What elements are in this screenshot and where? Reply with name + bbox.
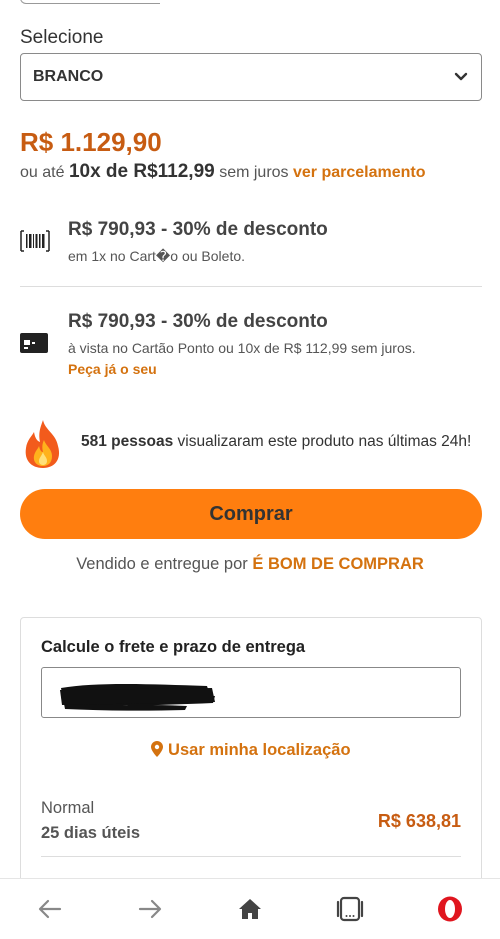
credit-card-icon [20,333,48,358]
installments-suffix: sem juros [219,164,289,181]
installments-link[interactable]: ver parcelamento [293,164,426,181]
views-count: 581 pessoas [81,433,174,450]
installments-info: ou até 10x de R$112,99 sem juros ver par… [20,161,426,183]
offer-cta-link[interactable]: Peça já o seu [68,361,157,377]
offer-title: R$ 790,93 - 30% de desconto [68,311,328,332]
cep-input[interactable] [41,667,461,718]
freight-calculator: Calcule o frete e prazo de entrega Usar … [20,617,482,907]
shipping-option-price: R$ 638,81 [377,811,461,831]
redacted-text [60,684,215,711]
views-text: visualizaram este produto nas últimas 24… [177,433,472,450]
back-arrow-icon[interactable] [32,893,68,925]
installments-prefix: ou até [20,164,65,181]
variant-selected-value: BRANCO [33,68,104,85]
use-location-link[interactable]: Usar minha localização [21,741,481,760]
freight-title: Calcule o frete e prazo de entrega [41,638,306,656]
buy-button[interactable]: Comprar [20,489,482,539]
browser-navbar [0,878,500,939]
previous-section-edge [20,0,160,4]
offer-subtitle: em 1x no Cart�o ou Boleto. [68,248,246,264]
variant-label: Selecione [20,27,104,48]
shipping-option-days: 25 dias úteis [41,824,141,842]
opera-icon[interactable] [432,893,468,925]
shipping-option-name: Normal [41,799,95,817]
offer-boleto: R$ 790,93 - 30% de desconto em 1x no Car… [20,216,482,272]
forward-arrow-icon[interactable] [132,893,168,925]
variant-select[interactable]: BRANCO [20,53,482,101]
divider [20,286,482,287]
offer-cartao-ponto: R$ 790,93 - 30% de desconto à vista no C… [20,308,482,380]
views-counter: 581 pessoas visualizaram este produto na… [81,433,471,451]
barcode-icon [20,230,50,257]
offer-title: R$ 790,93 - 30% de desconto [68,219,328,240]
use-location-label: Usar minha localização [168,741,351,759]
fire-icon [22,418,64,470]
divider [41,856,461,857]
home-icon[interactable] [232,893,268,925]
chevron-down-icon [453,69,469,85]
seller-store-link[interactable]: É BOM DE COMPRAR [252,555,423,573]
installments-value: 10x de R$112,99 [68,161,215,182]
offer-subtitle: à vista no Cartão Ponto ou 10x de R$ 112… [68,340,416,356]
tabs-icon[interactable] [332,893,368,925]
seller-prefix: Vendido e entregue por [76,555,248,573]
product-price: R$ 1.129,90 [20,127,162,157]
seller-info: Vendido e entregue por É BOM DE COMPRAR [0,555,500,574]
location-pin-icon [151,741,168,759]
